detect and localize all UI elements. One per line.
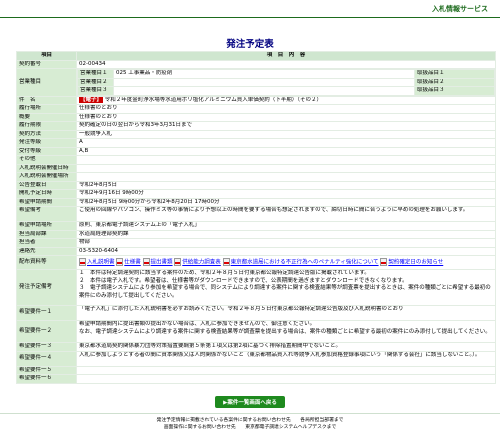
pdf-icon xyxy=(116,258,124,266)
field-label: 希望要件一６ xyxy=(16,374,77,384)
table-header: 項目 項 目 内 容 xyxy=(16,51,496,61)
field-label: 希望申請場所 xyxy=(16,221,77,231)
apply-note-value: ご使用の回線やパソコン、操作ミス等の事情により予想以上の時間を要する場合も想定さ… xyxy=(76,206,496,222)
case-name: 令和２年度金町浄水場等水道用ポリ塩化アルミニウム買入単価契約（下半期）（その２） xyxy=(104,96,322,103)
doc-link-spec[interactable]: 仕様書 xyxy=(124,260,141,266)
row-name: 件 名 【電子】 令和２年度金町浄水場等水道用ポリ塩化アルミニウム買入単価契約（… xyxy=(16,95,496,105)
announce-value: 令和2年8月5日 xyxy=(76,180,496,190)
electronic-badge: 【電子】 xyxy=(79,96,104,103)
method-value: 一般競争入札 xyxy=(76,129,496,139)
open-date-value: 令和2年9月16日 9時00分 xyxy=(76,189,496,199)
grade-value: A xyxy=(76,138,496,148)
other-value xyxy=(76,155,496,165)
field-label: 公告登載日 xyxy=(16,180,77,190)
back-to-list-button[interactable]: ▶案件一覧画面へ戻る xyxy=(215,396,285,408)
field-label: 営業種目 xyxy=(16,68,77,97)
dept-value: 水道局経理部契約課 xyxy=(76,229,496,239)
field-label: 契約番号 xyxy=(16,59,77,69)
footer-divider xyxy=(0,413,500,414)
field-label: 希望要件一３ xyxy=(16,342,77,352)
field-label: 担当者 xyxy=(16,238,77,248)
field-label: 履行期限 xyxy=(16,121,77,131)
req3-value: 東京都水道局契約関係暴力団等対策措置要綱第５条第１項又は第2項に基づく排除措置期… xyxy=(76,342,496,352)
doc-link-confirm-date[interactable]: 契約確定日のお知らせ xyxy=(388,260,443,266)
pdf-icon xyxy=(79,258,86,266)
row-contract-no: 契約番号 02-00434 xyxy=(16,59,496,69)
row-business: 営業種目 営業種目１ 025 工事業品・防疫剤 取扱品目１ 営業種目２ 取扱品目… xyxy=(16,68,496,97)
business-subtable: 営業種目１ 025 工事業品・防疫剤 取扱品目１ 営業種目２ 取扱品目２ 営業種… xyxy=(77,69,495,96)
schedule-value: １ 本件は特定調達契約に該当する案件のため、令和２年８月５日付東京都公報特定調達… xyxy=(76,269,496,306)
pdf-icon xyxy=(380,258,388,266)
pdf-icon xyxy=(142,258,150,266)
header-divider xyxy=(0,17,500,18)
field-label: 件 名 xyxy=(16,95,77,105)
back-button-row: ▶案件一覧画面へ戻る xyxy=(0,396,500,408)
business-item-3-value xyxy=(113,86,415,96)
doc-link-explanation[interactable]: 入札説明書 xyxy=(87,260,115,266)
accept-grade-value: A,B xyxy=(76,146,496,156)
field-label: その他 xyxy=(16,155,77,165)
header-item: 項目 xyxy=(16,51,77,61)
field-label: 履行場所 xyxy=(16,104,77,114)
field-label: 希望申請期間 xyxy=(16,197,77,207)
field-label: 入札説明会開催場所 xyxy=(16,172,77,182)
briefing-date-value xyxy=(76,163,496,173)
field-label: 入札説明会開催日時 xyxy=(16,163,77,173)
req6-value xyxy=(76,374,496,384)
pdf-icon xyxy=(222,258,230,266)
field-label: 希望要件一２ xyxy=(16,320,77,343)
field-label: 発注等級 xyxy=(16,138,77,148)
field-label: 連絡先 xyxy=(16,246,77,256)
doc-link-penalty[interactable]: 東京都水道局における不正行為へのペナルティ強化について xyxy=(231,260,379,266)
field-label: 希望要件一４ xyxy=(16,350,77,367)
business-item-1-value: 025 工事業品・防疫剤 xyxy=(113,69,415,79)
contact-value: 03-5320-6404 xyxy=(76,246,496,256)
doc-link-forms[interactable]: 提出書類 xyxy=(151,260,173,266)
footer: 発注予定情報に掲載されている各案件に関するお問い合わせ先 各局所担当部署まで 画… xyxy=(0,418,500,431)
field-label: 配布資料等 xyxy=(16,255,77,270)
contract-no-value: 02-00434 xyxy=(76,59,496,69)
req1-value: 「電子入札」に添付した入札説明書を必ずお読みください。令和２年８月５日付東京都公… xyxy=(76,305,496,321)
field-label: 受付等級 xyxy=(16,146,77,156)
page-title: 発注予定表 xyxy=(226,39,274,50)
business-item-2-value xyxy=(113,77,415,87)
apply-period-value: 令和2年8月5日 9時00分から令和2年8月20日 17時00分 xyxy=(76,197,496,207)
service-title: 入札情報サービス xyxy=(432,5,488,13)
field-label: 希望備考 xyxy=(16,206,77,222)
briefing-place-value xyxy=(76,172,496,182)
person-value: 物部 xyxy=(76,238,496,248)
row-schedule: 発注予定備考 １ 本件は特定調達契約に該当する案件のため、令和２年８月５日付東京… xyxy=(16,269,496,306)
order-schedule-table: 項目 項 目 内 容 契約番号 02-00434 営業種目 営業種目１ 025 … xyxy=(16,51,496,384)
field-label: 概要 xyxy=(16,112,77,122)
location-value: 仕様書のとおり xyxy=(76,104,496,114)
field-label: 希望要件一５ xyxy=(16,365,77,375)
doc-link-capacity[interactable]: 供給能力調査表 xyxy=(182,260,221,266)
req5-value xyxy=(76,365,496,375)
row-docs: 配布資料等 入札説明書 仕様書 提出書類 供給能力調査表 東京都水道局における不… xyxy=(16,255,496,270)
req4-value: 入札に参加しようとする者の間に資本関係又は人的関係がないこと（東京都物品買入れ等… xyxy=(76,350,496,367)
field-label: 契約方法 xyxy=(16,129,77,139)
field-label: 発注予定備考 xyxy=(16,269,77,306)
field-label: 開札予定日時 xyxy=(16,189,77,199)
pdf-icon xyxy=(174,258,182,266)
summary-value: 仕様書のとおり xyxy=(76,112,496,122)
header-content: 項 目 内 容 xyxy=(76,51,496,61)
req2-value: 希望申請期間内に提出書類の提出がない場合は、入札に参加できませんので、御注意くだ… xyxy=(76,320,496,343)
apply-place-value: 原則、東京都電子調達システム上の「電子入札」 xyxy=(76,221,496,231)
footer-line-2: 画面操作に関するお問い合わせ先 東京都電子調達システムヘルプデスクまで xyxy=(163,424,337,430)
period-value: 契約確定の日の翌日から令和3年3月31日まで xyxy=(76,121,496,131)
field-label: 希望要件一１ xyxy=(16,305,77,321)
field-label: 担当局部課 xyxy=(16,229,77,239)
